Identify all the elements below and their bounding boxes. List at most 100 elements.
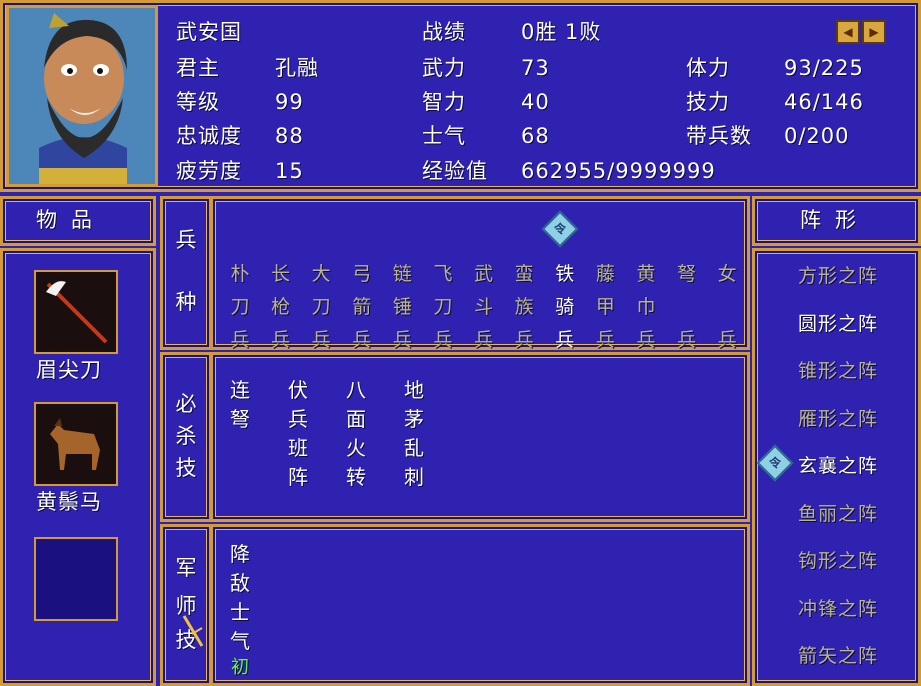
troop-type-char: 斗 [474, 296, 494, 318]
troop-type-char: 弓 [352, 263, 372, 285]
troop-type-char: 长 [271, 263, 291, 285]
cursor-sword-icon [182, 615, 204, 647]
level-label: 等级 [176, 90, 220, 114]
troop-type-char: 女 [717, 263, 737, 285]
morale-value: 68 [521, 124, 550, 148]
special-skill-4[interactable]: 地茅乱刺 [402, 376, 426, 492]
troop-type-2[interactable]: 长枪兵 [269, 258, 293, 357]
troop-type-char: 大 [311, 263, 331, 285]
troop-type-3[interactable]: 大刀兵 [309, 258, 333, 357]
formation-item-9[interactable]: 箭矢之阵 [798, 644, 878, 668]
special-skill-3[interactable]: 八面火转 [344, 376, 368, 492]
next-general-button[interactable]: ▶ [862, 20, 886, 44]
record-value: 0胜 1败 [521, 20, 602, 44]
intel-value: 40 [521, 90, 550, 114]
troop-type-char: 蛮 [514, 263, 534, 285]
troop-type-4[interactable]: 弓箭兵 [350, 258, 374, 357]
special-skill-label-2: 杀 [175, 424, 197, 448]
troop-type-char: 刀 [433, 296, 453, 318]
troop-type-char: 链 [392, 263, 412, 285]
troops-label: 带兵数 [686, 124, 752, 148]
troop-type-char: 弩 [677, 263, 697, 285]
formation-item-6[interactable]: 鱼丽之阵 [798, 502, 878, 526]
item-slot-weapon[interactable] [34, 270, 118, 354]
intel-label: 智力 [422, 90, 466, 114]
troop-type-label-1: 兵 [175, 228, 197, 252]
troop-type-11[interactable]: 黄巾兵 [634, 258, 658, 357]
formation-item-5[interactable]: 玄襄之阵 [798, 454, 878, 478]
troop-type-8[interactable]: 蛮族兵 [512, 258, 536, 357]
hp-label: 体力 [686, 56, 730, 80]
troop-type-10[interactable]: 藤甲兵 [593, 258, 617, 357]
troop-type-char: 藤 [595, 263, 615, 285]
general-status-screen: 武安国 君主 孔融 等级 99 忠诚度 88 疲劳度 15 战绩 0胜 1败 武… [0, 0, 921, 686]
item-name-mount: 黄鬃马 [36, 490, 102, 514]
formation-item-4[interactable]: 雁形之阵 [798, 407, 878, 431]
general-name: 武安国 [176, 20, 242, 44]
morale-label: 士气 [422, 124, 466, 148]
exp-value: 662955/9999999 [521, 159, 716, 183]
special-skill-label-3: 技 [175, 456, 197, 480]
record-label: 战绩 [422, 20, 466, 44]
hp-value: 93/225 [784, 56, 864, 80]
troop-type-char: 锤 [392, 296, 412, 318]
troop-type-7[interactable]: 武斗兵 [472, 258, 496, 357]
sp-value: 46/146 [784, 90, 864, 114]
troop-type-char: 族 [514, 296, 534, 318]
troop-type-9[interactable]: 铁骑兵 [553, 258, 577, 357]
troop-type-13[interactable]: 女兵 [715, 258, 739, 357]
troops-value: 0/200 [784, 124, 850, 148]
troop-type-6[interactable]: 飞刀兵 [431, 258, 455, 357]
loyalty-value: 88 [275, 124, 304, 148]
formation-item-1[interactable]: 方形之阵 [798, 264, 878, 288]
troop-type-5[interactable]: 链锤兵 [390, 258, 414, 357]
formation-item-8[interactable]: 冲锋之阵 [798, 597, 878, 621]
troop-type-char: 甲 [595, 296, 615, 318]
strategist-skill-panel [210, 524, 750, 686]
item-slot-mount[interactable] [34, 402, 118, 486]
prev-general-button[interactable]: ◀ [836, 20, 860, 44]
portrait-face-icon [9, 8, 155, 184]
items-title: 物品 [36, 208, 106, 232]
troop-type-char: 飞 [433, 263, 453, 285]
fatigue-value: 15 [275, 159, 304, 183]
formation-item-3[interactable]: 锥形之阵 [798, 359, 878, 383]
troop-type-char: 铁 [555, 263, 575, 285]
troop-type-char: 箭 [352, 296, 372, 318]
general-portrait [6, 5, 158, 187]
troop-type-label-panel [160, 196, 212, 350]
horse-icon [36, 404, 116, 484]
level-value: 99 [275, 90, 304, 114]
troop-type-char: 刀 [311, 296, 331, 318]
sp-label: 技力 [686, 90, 730, 114]
troop-type-char: 巾 [636, 296, 656, 318]
item-slot-empty[interactable] [34, 537, 118, 621]
exp-label: 经验值 [422, 159, 488, 183]
troop-type-char: 枪 [271, 296, 291, 318]
formation-item-7[interactable]: 钩形之阵 [798, 549, 878, 573]
troop-type-label-2: 种 [175, 290, 197, 314]
troop-type-12[interactable]: 弩兵 [675, 258, 699, 357]
lord-label: 君主 [176, 56, 220, 80]
special-skill-2[interactable]: 伏兵班阵 [286, 376, 310, 492]
strategist-skill-label-1: 军 [175, 556, 197, 580]
glaive-icon [36, 272, 116, 352]
troop-type-char: 武 [474, 263, 494, 285]
loyalty-label: 忠诚度 [176, 124, 242, 148]
item-name-weapon: 眉尖刀 [36, 358, 102, 382]
special-skill-label-1: 必 [175, 392, 197, 416]
troop-type-char: 黄 [636, 263, 656, 285]
formation-title: 阵形 [800, 208, 870, 232]
fatigue-label: 疲劳度 [176, 159, 242, 183]
strategist-skill-1[interactable]: 降敌士气 [228, 540, 252, 656]
strategist-skill-level: 初 [231, 657, 249, 678]
formation-item-2[interactable]: 圆形之阵 [798, 312, 878, 336]
lord-value: 孔融 [275, 56, 319, 80]
force-value: 73 [521, 56, 550, 80]
troop-type-1[interactable]: 朴刀兵 [228, 258, 252, 357]
troop-type-char: 骑 [555, 296, 575, 318]
troop-type-char: 刀 [230, 296, 250, 318]
special-skill-1[interactable]: 连弩 [228, 376, 252, 434]
troop-type-char: 朴 [230, 263, 250, 285]
troop-type-char [715, 291, 739, 324]
